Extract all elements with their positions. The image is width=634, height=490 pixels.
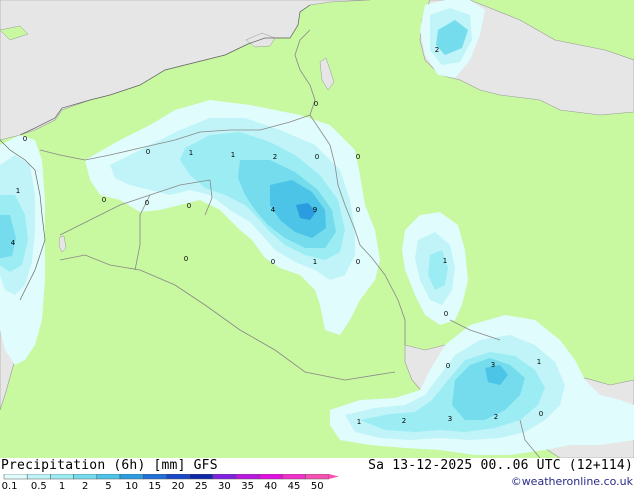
map-value-label: 4	[271, 206, 276, 214]
map-value-label: 1	[357, 418, 361, 426]
map-value-label: 2	[494, 413, 498, 421]
map-value-label: 1	[537, 358, 541, 366]
map-value-label: 0	[146, 148, 150, 156]
scale-tick-label: 0.1	[2, 481, 18, 490]
scale-swatch	[258, 474, 283, 480]
scale-swatch	[50, 474, 74, 480]
map-value-label: 0	[23, 135, 27, 143]
scale-tick-label: 10	[125, 481, 138, 490]
scale-swatch	[282, 474, 306, 480]
map-value-label: 0	[187, 202, 191, 210]
scale-swatch	[212, 474, 237, 480]
forecast-datetime: Sa 13-12-2025 00..06 UTC (12+114)	[368, 458, 633, 473]
map-value-label: 0	[145, 199, 149, 207]
scale-tick-label: 1	[59, 481, 65, 490]
map-value-label: 1	[16, 187, 20, 195]
map-value-label: 2	[435, 46, 439, 54]
scale-tick-label: 15	[148, 481, 161, 490]
scale-swatch	[305, 474, 330, 480]
scale-tick-label: 45	[288, 481, 301, 490]
map-value-label: 0	[356, 206, 360, 214]
map-value-label: 1	[313, 258, 317, 266]
map-value-label: 0	[356, 153, 360, 161]
map-value-label: 0	[444, 310, 448, 318]
scale-swatch	[235, 474, 260, 480]
scale-tick-label: 2	[82, 481, 88, 490]
scale-tick-label: 40	[264, 481, 277, 490]
scale-tick-label: 35	[241, 481, 254, 490]
map-title: Precipitation (6h) [mm] GFS	[1, 458, 218, 473]
map-value-label: 2	[402, 417, 406, 425]
scale-tick-label: 5	[105, 481, 111, 490]
scale-tick-label: 20	[172, 481, 185, 490]
map-value-label: 1	[443, 257, 447, 265]
precip-field-levant	[0, 135, 45, 365]
precipitation-map: 2 0 1 4 0 0 0 0 1 1 2 0 0 0 4 9 0 0 0 1 …	[0, 0, 634, 458]
scale-swatch	[3, 474, 28, 480]
map-value-label: 0	[314, 100, 318, 108]
credit-link[interactable]: ©weatheronline.co.uk	[511, 475, 633, 488]
scale-swatch	[26, 474, 51, 480]
map-value-label: 0	[271, 258, 275, 266]
map-value-label: 3	[448, 415, 452, 423]
map-value-label: 4	[11, 239, 16, 247]
scale-swatch	[96, 474, 121, 480]
scale-tick-label: 0.5	[31, 481, 47, 490]
scale-tick-label: 30	[218, 481, 231, 490]
scale-swatch	[119, 474, 144, 480]
map-value-label: 0	[315, 153, 319, 161]
scale-tick-label: 50	[311, 481, 324, 490]
map-value-label: 0	[539, 410, 543, 418]
map-value-label: 1	[231, 151, 235, 159]
scale-overflow-arrow	[328, 474, 339, 479]
map-value-label: 1	[189, 149, 193, 157]
map-value-label: 0	[184, 255, 188, 263]
map-value-label: 3	[491, 361, 495, 369]
map-value-label: 0	[102, 196, 106, 204]
scale-swatch	[166, 474, 190, 480]
scale-swatch	[73, 474, 98, 480]
scale-swatch	[142, 474, 167, 480]
map-value-label: 0	[356, 258, 360, 266]
map-value-label: 0	[446, 362, 450, 370]
scale-swatch	[189, 474, 214, 480]
scale-tick-label: 25	[195, 481, 208, 490]
color-scale: 0.1 0.5 1 2 5 10 15 20 25 30 35 40 45 50	[2, 474, 339, 490]
map-value-label: 2	[273, 153, 277, 161]
map-value-label: 9	[313, 206, 317, 214]
